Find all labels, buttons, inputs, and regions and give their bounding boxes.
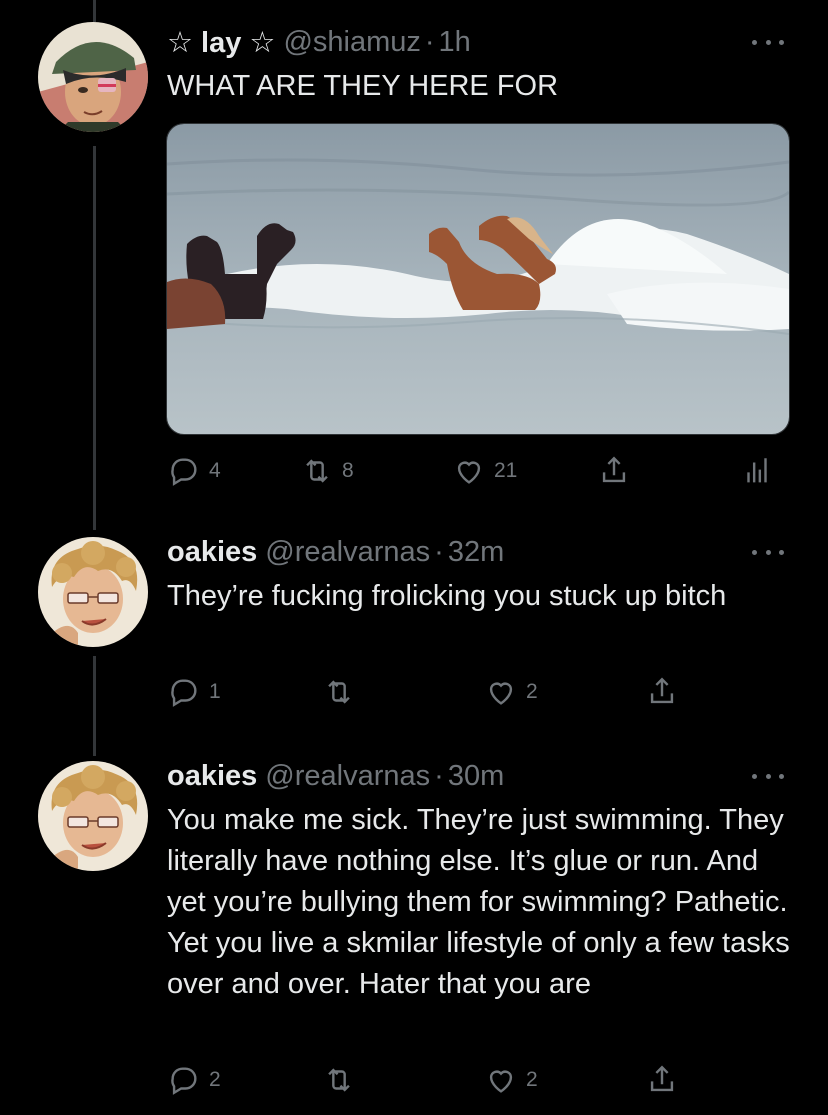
timestamp[interactable]: 32m — [448, 536, 504, 569]
reply-count: 4 — [209, 459, 221, 482]
share-icon — [602, 456, 626, 483]
reply-icon — [171, 1067, 197, 1095]
tweet-header: oakies @realvarnas · 30m — [167, 756, 504, 796]
anime-avatar-curly-blond-icon — [38, 761, 148, 871]
anime-avatar-curly-blond-icon — [38, 537, 148, 647]
tweet-text: WHAT ARE THEY HERE FOR — [167, 70, 559, 102]
separator-dot: · — [434, 759, 444, 792]
display-name[interactable]: oakies — [167, 760, 257, 793]
retweet-icon — [328, 680, 350, 704]
reply-button[interactable]: 1 — [167, 672, 221, 712]
heart-icon — [489, 682, 513, 705]
tweet-actions: 1 2 — [0, 672, 828, 712]
reply-icon — [171, 679, 197, 707]
display-name[interactable]: ☆ lay ☆ — [167, 25, 275, 60]
share-button[interactable] — [645, 1060, 679, 1100]
like-count: 21 — [494, 459, 518, 482]
reply-icon — [171, 458, 197, 486]
timestamp[interactable]: 30m — [448, 760, 504, 793]
like-button[interactable]: 2 — [484, 672, 538, 712]
timestamp[interactable]: 1h — [439, 26, 471, 59]
share-button[interactable] — [645, 672, 679, 712]
tweet-image[interactable] — [166, 123, 790, 435]
like-count: 2 — [526, 680, 538, 703]
retweet-icon — [306, 459, 328, 483]
analytics-icon — [747, 458, 767, 483]
reply-button[interactable]: 4 — [167, 451, 221, 491]
retweet-icon — [328, 1068, 350, 1092]
tweet-actions: 4 8 21 — [0, 451, 828, 491]
retweet-count: 8 — [342, 459, 354, 482]
user-handle[interactable]: @shiamuz — [283, 26, 420, 59]
avatar[interactable] — [38, 537, 148, 647]
tweet-text: You make me sick. They’re just swimming.… — [167, 804, 790, 1000]
share-icon — [650, 677, 674, 704]
reply-count: 1 — [209, 680, 221, 703]
tweet-1[interactable]: ☆ lay ☆ @shiamuz · 1h WHAT ARE THEY HERE… — [0, 22, 828, 502]
share-button[interactable] — [597, 451, 631, 491]
tweet-header: ☆ lay ☆ @shiamuz · 1h — [167, 22, 471, 62]
tweet-text: They’re fucking frolicking you stuck up … — [167, 580, 727, 612]
retweet-button[interactable] — [322, 1060, 356, 1100]
share-icon — [650, 1065, 674, 1092]
display-name[interactable]: oakies — [167, 536, 257, 569]
like-button[interactable]: 2 — [484, 1060, 538, 1100]
tweet-actions: 2 2 — [0, 1060, 828, 1100]
horses-swimming-in-surf-photo — [167, 124, 789, 434]
heart-icon — [489, 1070, 513, 1093]
user-handle[interactable]: @realvarnas — [265, 536, 430, 569]
reply-button[interactable]: 2 — [167, 1060, 221, 1100]
more-options-icon[interactable] — [752, 36, 784, 48]
tweet-header: oakies @realvarnas · 32m — [167, 532, 504, 572]
like-count: 2 — [526, 1068, 538, 1091]
analytics-button[interactable] — [740, 451, 774, 491]
like-button[interactable]: 21 — [452, 451, 517, 491]
tweet-3[interactable]: oakies @realvarnas · 30m You make me sic… — [0, 756, 828, 1115]
avatar[interactable] — [38, 761, 148, 871]
retweet-button[interactable] — [322, 672, 356, 712]
anime-avatar-green-cap-icon — [38, 22, 148, 132]
separator-dot: · — [434, 535, 444, 568]
separator-dot: · — [424, 25, 435, 58]
reply-count: 2 — [209, 1068, 221, 1091]
heart-icon — [457, 461, 481, 484]
user-handle[interactable]: @realvarnas — [265, 760, 430, 793]
retweet-button[interactable]: 8 — [300, 451, 354, 491]
avatar[interactable] — [38, 22, 148, 132]
thread-line-top — [93, 0, 96, 22]
tweet-2[interactable]: oakies @realvarnas · 32m They’re fucking… — [0, 532, 828, 722]
more-options-icon[interactable] — [752, 770, 784, 782]
more-options-icon[interactable] — [752, 546, 784, 558]
